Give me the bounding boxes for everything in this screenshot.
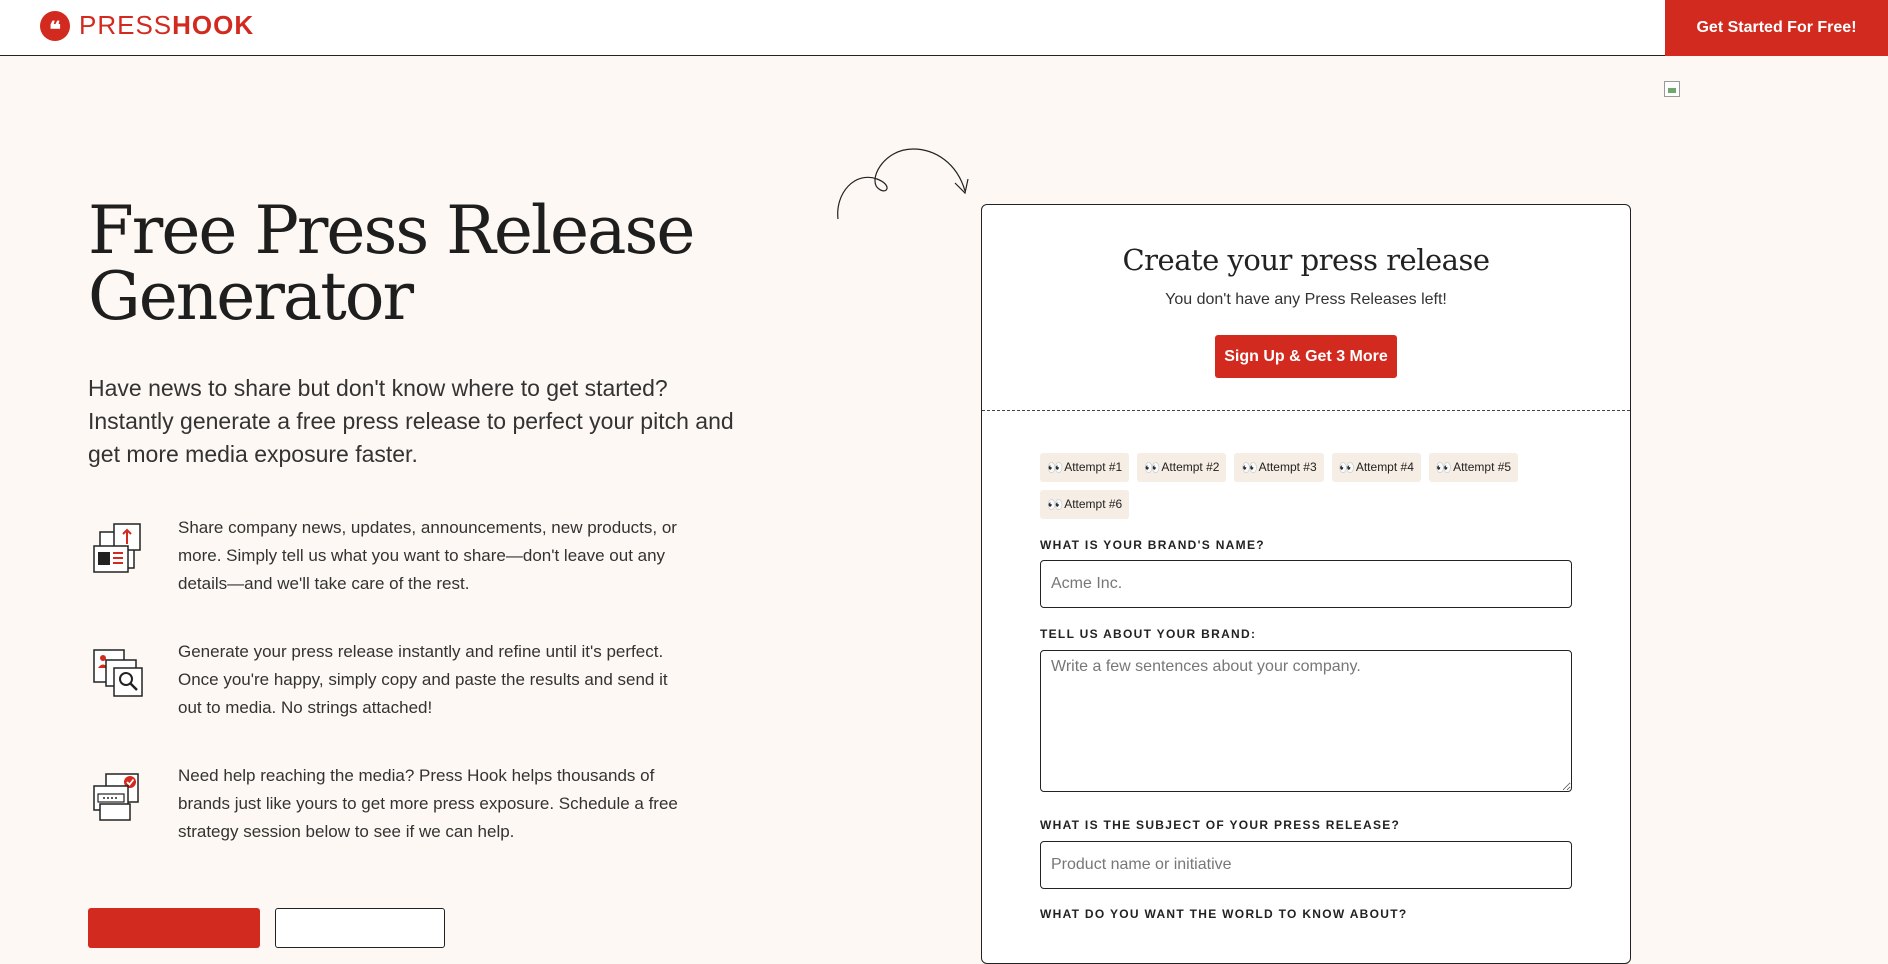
about-brand-label: TELL US ABOUT YOUR BRAND: bbox=[1040, 627, 1257, 641]
quote-logo-icon: ❝ bbox=[40, 10, 70, 43]
attempt-label: Attempt #2 bbox=[1161, 460, 1220, 474]
attempt-label: Attempt #5 bbox=[1453, 460, 1512, 474]
logo-text-bold: HOOK bbox=[172, 10, 255, 40]
eyes-icon: 👀 bbox=[1047, 497, 1063, 512]
feature-generate: Generate your press release instantly an… bbox=[88, 638, 688, 728]
broken-image-icon bbox=[1664, 81, 1680, 97]
title-line-2: Generator bbox=[88, 258, 414, 335]
attempt-tab-2[interactable]: 👀 Attempt #2 bbox=[1137, 453, 1227, 482]
attempt-tabs: 👀 Attempt #1 👀 Attempt #2 👀 Attempt #3 👀 Att… bbox=[1040, 453, 1560, 527]
eyes-icon: 👀 bbox=[1435, 460, 1452, 475]
card-title: Create your press release bbox=[1122, 243, 1490, 277]
primary-cta-button[interactable] bbox=[88, 908, 260, 948]
dashed-divider bbox=[982, 410, 1630, 411]
share-news-icon bbox=[93, 523, 141, 573]
attempt-label: Attempt #6 bbox=[1064, 497, 1123, 511]
attempt-tab-1[interactable]: 👀 Attempt #1 bbox=[1040, 453, 1130, 482]
feature-text: Generate your press release instantly an… bbox=[178, 642, 668, 717]
attempt-label: Attempt #3 bbox=[1258, 460, 1317, 474]
signup-button[interactable]: Sign Up & Get 3 More bbox=[1215, 335, 1397, 378]
presshook-logo[interactable]: ❝ PRESSHOOK bbox=[40, 10, 254, 43]
brand-name-label: WHAT IS YOUR BRAND'S NAME? bbox=[1040, 538, 1265, 552]
feature-share-news: Share company news, updates, announcemen… bbox=[88, 514, 688, 604]
world-label: WHAT DO YOU WANT THE WORLD TO KNOW ABOUT… bbox=[1040, 907, 1408, 921]
press-release-card: Create your press release You don't have… bbox=[981, 204, 1631, 964]
get-started-button[interactable]: Get Started For Free! bbox=[1665, 0, 1888, 56]
attempt-tab-3[interactable]: 👀 Attempt #3 bbox=[1234, 453, 1324, 482]
feature-media-help: Need help reaching the media? Press Hook… bbox=[88, 762, 688, 852]
generate-search-icon bbox=[93, 649, 143, 697]
attempt-label: Attempt #4 bbox=[1355, 460, 1414, 474]
brand-name-input[interactable] bbox=[1040, 560, 1572, 608]
secondary-cta-button[interactable] bbox=[275, 908, 445, 948]
attempt-tab-6[interactable]: 👀 Attempt #6 bbox=[1040, 490, 1130, 519]
attempt-tab-5[interactable]: 👀 Attempt #5 bbox=[1428, 453, 1519, 482]
intro-text: Have news to share but don't know where … bbox=[88, 375, 734, 467]
eyes-icon: 👀 bbox=[1144, 460, 1160, 475]
feature-text: Need help reaching the media? Press Hook… bbox=[178, 766, 678, 841]
feature-text: Share company news, updates, announcemen… bbox=[178, 518, 677, 593]
card-subtitle: You don't have any Press Releases left! bbox=[1165, 291, 1447, 308]
eyes-icon: 👀 bbox=[1338, 460, 1355, 475]
about-brand-textarea[interactable] bbox=[1040, 650, 1572, 792]
attempt-tab-4[interactable]: 👀 Attempt #4 bbox=[1331, 453, 1421, 482]
subject-input[interactable] bbox=[1040, 841, 1572, 889]
curly-arrow-icon bbox=[837, 148, 969, 220]
site-header: ❝ PRESSHOOK Get Started For Free! bbox=[0, 0, 1888, 56]
eyes-icon: 👀 bbox=[1047, 460, 1063, 475]
logo-text-light: PRESS bbox=[79, 10, 173, 40]
logo-wordmark: PRESSHOOK bbox=[79, 10, 254, 41]
eyes-icon: 👀 bbox=[1241, 460, 1257, 475]
attempt-label: Attempt #1 bbox=[1064, 460, 1123, 474]
subject-label: WHAT IS THE SUBJECT OF YOUR PRESS RELEAS… bbox=[1040, 818, 1401, 832]
page-title: Free Press Release Generator bbox=[88, 198, 708, 330]
media-help-icon bbox=[93, 773, 139, 821]
